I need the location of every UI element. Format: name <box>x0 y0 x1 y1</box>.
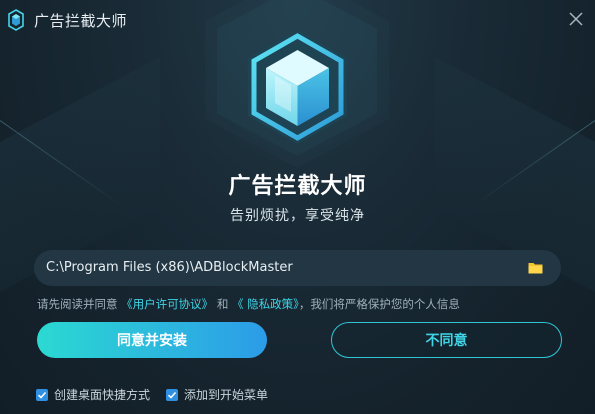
install-path-field[interactable]: C:\Program Files (x86)\ADBlockMaster <box>34 250 561 286</box>
checkbox-checked[interactable] <box>166 388 178 401</box>
license-agreement-link[interactable]: 《用户许可协议》 <box>121 297 213 311</box>
agree-install-button[interactable]: 同意并安装 <box>37 322 267 358</box>
agreement-suffix: ，我们将严格保护您的个人信息 <box>298 297 460 311</box>
installer-window: 广告拦截大师 广告拦截大师 告别烦扰，享受纯净 C:\Program Files… <box>0 0 595 414</box>
folder-icon[interactable] <box>528 261 543 274</box>
privacy-policy-link[interactable]: 《 隐私政策》 <box>232 297 299 311</box>
checkmark-icon <box>167 391 177 399</box>
app-icon <box>8 9 24 31</box>
product-logo-icon <box>248 30 347 144</box>
checkbox-checked[interactable] <box>36 388 48 401</box>
product-name: 广告拦截大师 <box>228 174 367 199</box>
disagree-label: 不同意 <box>425 333 468 349</box>
disagree-button[interactable]: 不同意 <box>331 322 562 358</box>
slogan: 告别烦扰，享受纯净 <box>230 208 365 224</box>
close-icon[interactable] <box>567 10 585 28</box>
agreement-prefix: 请先阅读并同意 <box>37 297 118 311</box>
agreement-and: 和 <box>216 297 229 311</box>
start-menu-label: 添加到开始菜单 <box>184 388 269 402</box>
start-menu-checkbox[interactable]: 添加到开始菜单 <box>166 386 268 403</box>
desktop-shortcut-label: 创建桌面快捷方式 <box>54 388 151 402</box>
agreement-text: 请先阅读并同意 《用户许可协议》 和 《 隐私政策》，我们将严格保护您的个人信息 <box>37 296 460 312</box>
checkmark-icon <box>37 391 47 399</box>
window-title: 广告拦截大师 <box>34 12 128 30</box>
desktop-shortcut-checkbox[interactable]: 创建桌面快捷方式 <box>36 386 150 403</box>
agree-install-label: 同意并安装 <box>117 333 187 349</box>
install-path-value[interactable]: C:\Program Files (x86)\ADBlockMaster <box>46 260 293 275</box>
